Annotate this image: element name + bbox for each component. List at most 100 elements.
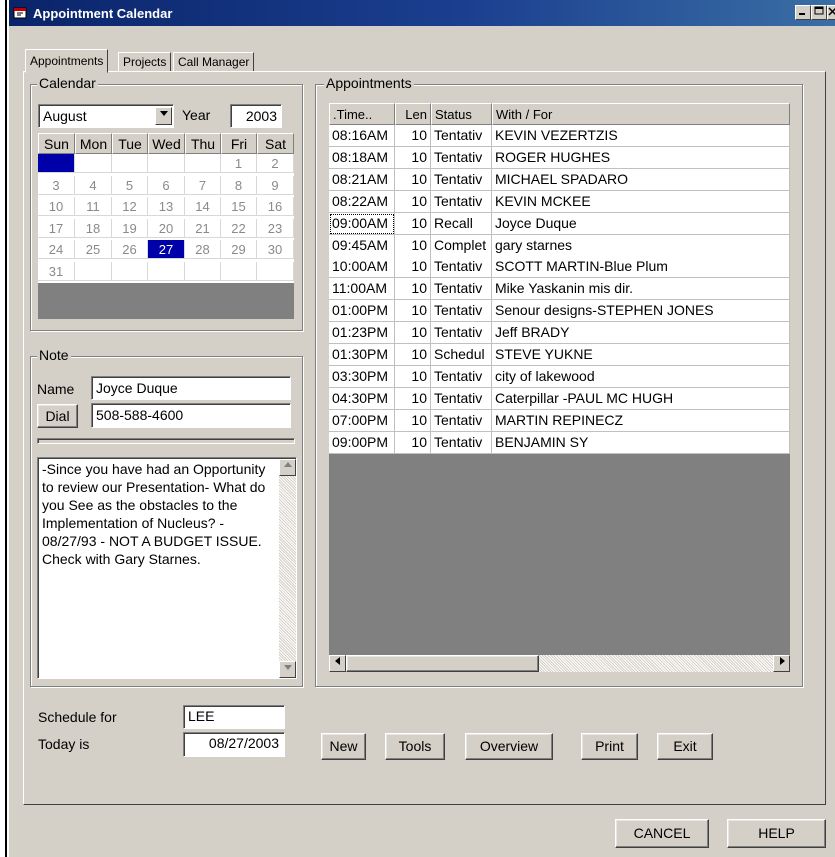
tab-call-manager[interactable]: Call Manager — [173, 52, 255, 71]
cell-with-for[interactable]: Senour designs-STEPHEN JONES — [492, 300, 790, 323]
cell-time[interactable]: 08:22AM — [329, 190, 395, 213]
calendar-day[interactable]: 25 — [75, 240, 112, 259]
column-status[interactable]: Status — [431, 103, 492, 125]
cell-status[interactable]: Tentativ — [431, 387, 492, 410]
overview-button[interactable]: Overview — [465, 733, 553, 760]
cell-status[interactable]: Tentativ — [431, 168, 492, 191]
month-select[interactable]: August — [38, 104, 174, 128]
cell-time[interactable]: 07:00PM — [329, 409, 395, 432]
calendar-day[interactable]: 10 — [38, 197, 75, 216]
calendar-day[interactable]: 9 — [257, 175, 294, 195]
cell-with-for[interactable]: SCOTT MARTIN-Blue Plum — [492, 256, 790, 279]
calendar-day[interactable]: 23 — [257, 218, 294, 238]
cell-time[interactable]: 01:00PM — [329, 300, 395, 323]
calendar-day[interactable]: 4 — [75, 175, 112, 195]
cell-status[interactable]: Tentativ — [431, 322, 492, 345]
note-textarea[interactable]: -Since you have had an Opportunity to re… — [37, 457, 297, 679]
cell-with-for[interactable]: Joyce Duque — [492, 212, 790, 235]
new-button[interactable]: New — [321, 733, 366, 760]
close-button[interactable] — [827, 5, 835, 20]
calendar-day[interactable]: 13 — [148, 197, 185, 216]
cell-time[interactable]: 09:00AM — [329, 212, 395, 235]
table-row[interactable]: 08:18AM 10 Tentativ ROGER HUGHES — [329, 146, 790, 169]
table-row[interactable]: 11:00AM 10 Tentativ Mike Yaskanin mis dir. — [329, 278, 790, 301]
cell-status[interactable]: Tentativ — [431, 256, 492, 279]
calendar-day[interactable]: 6 — [148, 175, 185, 195]
horizontal-scroll-thumb[interactable] — [346, 655, 539, 672]
cancel-button[interactable]: CANCEL — [615, 819, 709, 848]
cell-len[interactable]: 10 — [395, 300, 431, 323]
cell-with-for[interactable]: Jeff BRADY — [492, 322, 790, 345]
table-row[interactable]: 03:30PM 10 Tentativ city of lakewood — [329, 365, 790, 388]
cell-len[interactable]: 10 — [395, 431, 431, 454]
calendar-day[interactable]: 19 — [112, 218, 148, 238]
calendar-day[interactable]: 24 — [38, 240, 75, 259]
table-row[interactable]: 09:45AM 10 Complet gary starnes — [329, 234, 790, 257]
month-dropdown-button[interactable] — [155, 107, 172, 125]
schedule-for-field[interactable]: LEE — [183, 705, 285, 729]
calendar-day[interactable]: 12 — [112, 197, 148, 216]
cell-len[interactable]: 10 — [395, 168, 431, 191]
cell-with-for[interactable]: MICHAEL SPADARO — [492, 168, 790, 191]
calendar-day[interactable]: 30 — [257, 240, 294, 259]
maximize-button[interactable] — [811, 5, 827, 20]
cell-with-for[interactable]: Caterpillar -PAUL MC HUGH — [492, 387, 790, 410]
cell-status[interactable]: Complet — [431, 234, 492, 257]
today-field[interactable]: 08/27/2003 — [183, 732, 285, 757]
cell-status[interactable]: Tentativ — [431, 146, 492, 169]
cell-len[interactable]: 10 — [395, 387, 431, 410]
name-field[interactable]: Joyce Duque — [91, 376, 291, 400]
minimize-button[interactable] — [795, 5, 811, 20]
column-time[interactable]: .Time.. — [329, 103, 395, 125]
cell-status[interactable]: Tentativ — [431, 409, 492, 432]
cell-with-for[interactable]: ROGER HUGHES — [492, 146, 790, 169]
cell-len[interactable]: 10 — [395, 322, 431, 345]
calendar-day[interactable]: 1 — [221, 154, 257, 173]
title-bar[interactable]: Appointment Calendar — [9, 0, 835, 26]
cell-time[interactable]: 09:00PM — [329, 431, 395, 454]
calendar-day[interactable]: 21 — [185, 218, 221, 238]
calendar-day[interactable]: 3 — [38, 175, 75, 195]
cell-status[interactable]: Tentativ — [431, 278, 492, 301]
tools-button[interactable]: Tools — [385, 733, 445, 760]
table-row[interactable]: 08:21AM 10 Tentativ MICHAEL SPADARO — [329, 168, 790, 191]
appointments-grid[interactable]: .Time.. Len Status With / For 08:16AM 10 T… — [329, 103, 790, 670]
scroll-right-button[interactable] — [773, 655, 790, 672]
tab-appointments[interactable]: Appointments — [25, 49, 109, 73]
calendar-day[interactable]: 15 — [221, 197, 257, 216]
calendar-day[interactable]: 17 — [38, 218, 75, 238]
note-scroll-down-button[interactable] — [279, 661, 296, 678]
cell-time[interactable]: 11:00AM — [329, 278, 395, 301]
calendar-day[interactable]: 5 — [112, 175, 148, 195]
cell-time[interactable]: 03:30PM — [329, 365, 395, 388]
calendar-day[interactable]: 28 — [185, 240, 221, 259]
exit-button[interactable]: Exit — [657, 733, 713, 760]
cell-with-for[interactable]: BENJAMIN SY — [492, 431, 790, 454]
table-row[interactable]: 08:16AM 10 Tentativ KEVIN VEZERTZIS — [329, 125, 790, 147]
appointments-horizontal-scrollbar[interactable] — [329, 655, 790, 672]
cell-time[interactable]: 10:00AM — [329, 256, 395, 279]
table-row[interactable]: 01:23PM 10 Tentativ Jeff BRADY — [329, 322, 790, 345]
column-len[interactable]: Len — [395, 103, 431, 125]
cell-time[interactable]: 01:23PM — [329, 322, 395, 345]
cell-status[interactable]: Tentativ — [431, 365, 492, 388]
cell-with-for[interactable]: MARTIN REPINECZ — [492, 409, 790, 432]
cell-len[interactable]: 10 — [395, 234, 431, 257]
table-row[interactable]: 01:00PM 10 Tentativ Senour designs-STEPHEN … — [329, 300, 790, 323]
cell-time[interactable]: 08:16AM — [329, 125, 395, 147]
phone-field[interactable]: 508-588-4600 — [91, 403, 291, 428]
cell-len[interactable]: 10 — [395, 212, 431, 235]
table-row[interactable]: 09:00AM 10 Recall Joyce Duque — [329, 212, 790, 235]
dial-button[interactable]: Dial — [37, 404, 78, 428]
note-vertical-scrollbar[interactable] — [279, 459, 296, 678]
cell-time[interactable]: 01:30PM — [329, 344, 395, 366]
cell-status[interactable]: Tentativ — [431, 300, 492, 323]
table-row[interactable]: 10:00AM 10 Tentativ SCOTT MARTIN-Blue Plum — [329, 256, 790, 279]
cell-len[interactable]: 10 — [395, 278, 431, 301]
cell-with-for[interactable]: STEVE YUKNE — [492, 344, 790, 366]
cell-len[interactable]: 10 — [395, 190, 431, 213]
calendar-day[interactable]: 11 — [75, 197, 112, 216]
calendar-day[interactable]: 7 — [185, 175, 221, 195]
calendar-day[interactable]: 14 — [185, 197, 221, 216]
calendar-day[interactable]: 27 — [148, 240, 185, 259]
